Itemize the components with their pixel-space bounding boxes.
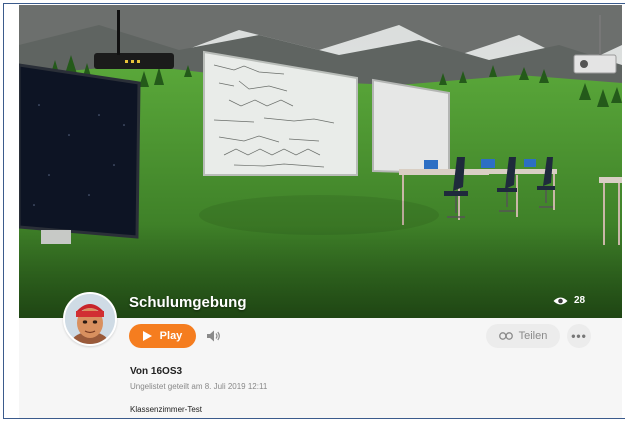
- play-triangle-icon: [142, 331, 152, 341]
- share-label: Teilen: [518, 330, 548, 342]
- publish-meta: Ungelistet geteilt am 8. Juli 2019 12:11: [130, 382, 268, 391]
- viewer-frame: Schulumgebung 28 Play Teilen ••• Von 16O…: [3, 3, 625, 419]
- 3d-scene-preview[interactable]: [19, 5, 622, 318]
- eye-icon: [553, 297, 568, 304]
- link-icon: [498, 332, 513, 340]
- author-line: Von 16OS3: [130, 366, 183, 377]
- more-options-button[interactable]: •••: [567, 324, 591, 348]
- speaker-icon: [207, 330, 220, 342]
- share-button[interactable]: Teilen: [486, 324, 560, 348]
- view-count: 28: [553, 295, 585, 306]
- sound-button[interactable]: [205, 327, 223, 345]
- model-description: Klassenzimmer-Test: [130, 405, 203, 414]
- avatar[interactable]: [63, 292, 117, 346]
- more-dots-icon: •••: [571, 329, 587, 343]
- avatar-image: [65, 294, 115, 344]
- view-count-value: 28: [574, 295, 586, 306]
- play-label: Play: [159, 330, 183, 342]
- play-button[interactable]: Play: [129, 324, 196, 348]
- model-title: Schulumgebung: [129, 294, 247, 311]
